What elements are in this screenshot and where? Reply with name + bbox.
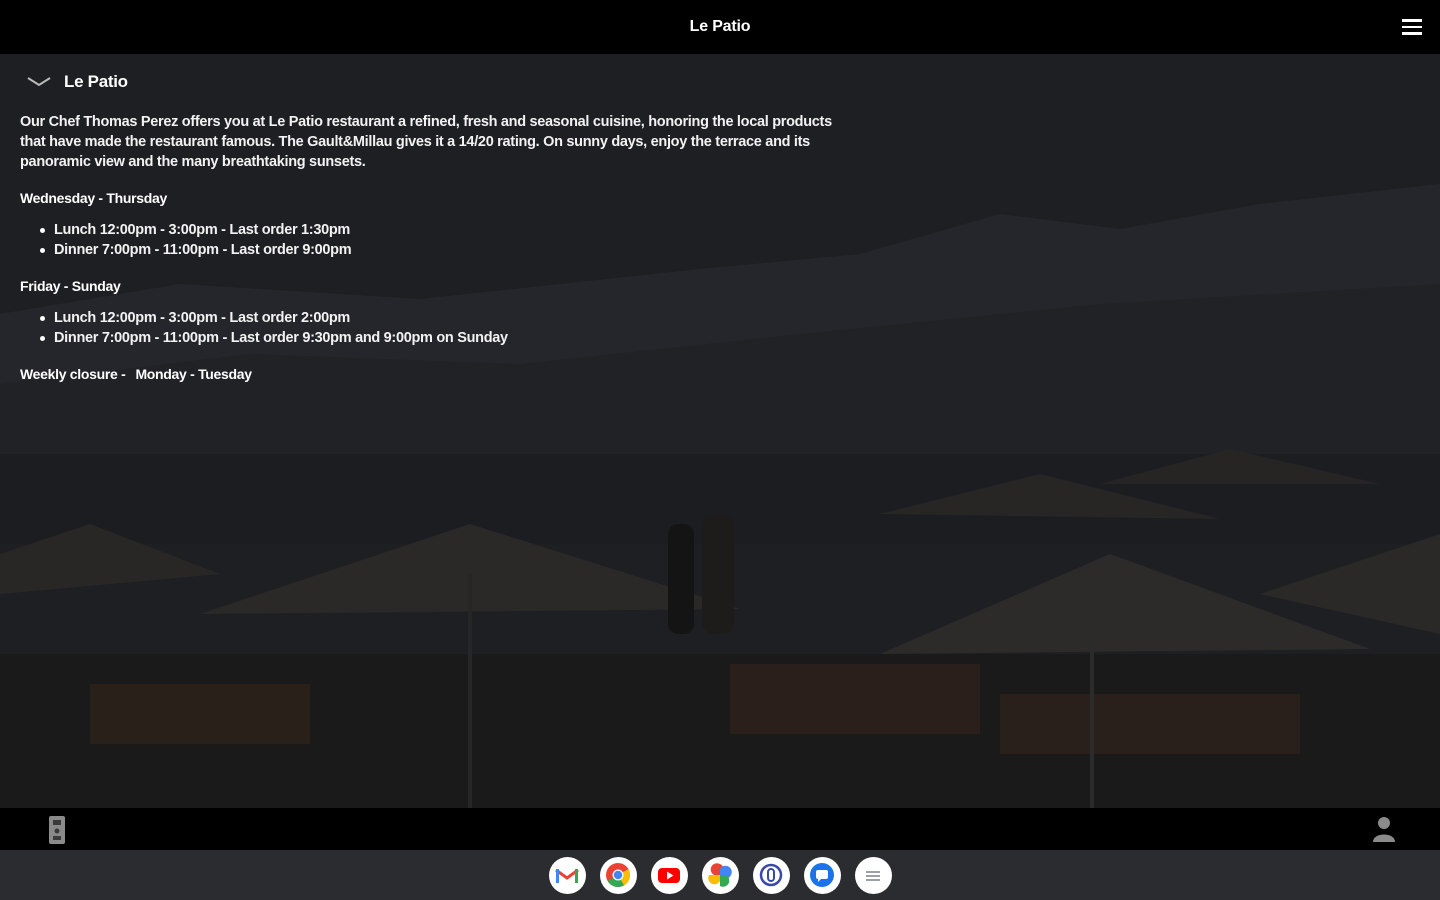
bottom-app-bar [0, 808, 1440, 850]
schedule-hours: Lunch 12:00pm - 3:00pm - Last order 1:30… [20, 220, 860, 260]
list-item: Lunch 12:00pm - 3:00pm - Last order 1:30… [40, 220, 860, 240]
schedule-days: Friday - Sunday [20, 278, 121, 294]
gmail-icon[interactable] [548, 856, 586, 894]
weekly-closure: Weekly closure - Monday - Tuesday [20, 366, 860, 382]
system-shelf [0, 850, 1440, 900]
menu-button[interactable] [1400, 15, 1424, 39]
schedule-hours: Lunch 12:00pm - 3:00pm - Last order 2:00… [20, 308, 860, 348]
photos-icon[interactable] [701, 856, 739, 894]
list-item: Dinner 7:00pm - 11:00pm - Last order 9:3… [40, 328, 860, 348]
user-icon[interactable] [1372, 816, 1396, 842]
launcher-icon[interactable] [854, 856, 892, 894]
section-header[interactable]: Le Patio [20, 68, 860, 96]
intercom-icon[interactable] [47, 815, 67, 845]
hamburger-icon [1402, 19, 1422, 22]
restaurant-description: Our Chef Thomas Perez offers you at Le P… [20, 114, 832, 170]
list-item: Dinner 7:00pm - 11:00pm - Last order 9:0… [40, 240, 860, 260]
chevron-down-icon [27, 77, 51, 87]
closure-label: Weekly closure - [20, 366, 126, 382]
main-content: Le Patio Our Chef Thomas Perez offers yo… [0, 54, 1440, 808]
schedule-days: Wednesday - Thursday [20, 190, 168, 206]
app-icon[interactable] [752, 856, 790, 894]
youtube-icon[interactable] [650, 856, 688, 894]
closure-days: Monday - Tuesday [135, 366, 252, 382]
messages-icon[interactable] [803, 856, 841, 894]
list-item: Lunch 12:00pm - 3:00pm - Last order 2:00… [40, 308, 860, 328]
chrome-icon[interactable] [599, 856, 637, 894]
restaurant-info: Le Patio Our Chef Thomas Perez offers yo… [20, 68, 860, 382]
top-app-bar: Le Patio [0, 0, 1440, 54]
section-title: Le Patio [64, 72, 128, 91]
app-title: Le Patio [689, 18, 751, 35]
